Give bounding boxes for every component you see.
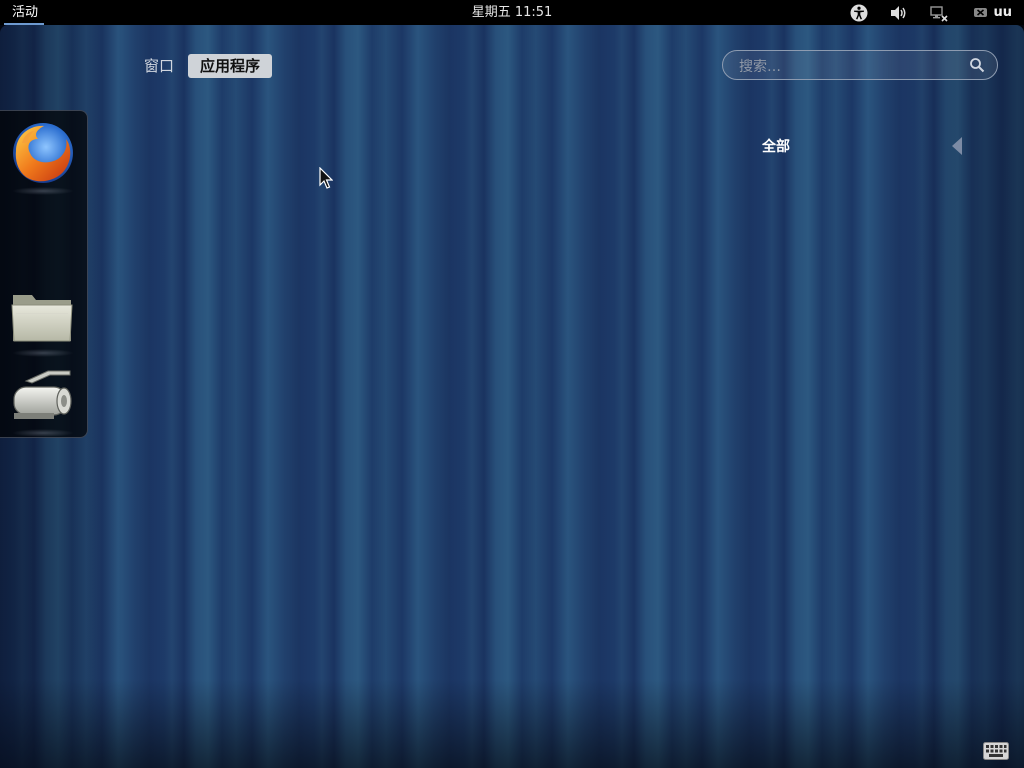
dash-item-firefox[interactable] [8,121,78,195]
dash-item-scanner[interactable] [8,363,78,437]
user-menu[interactable]: uu [993,0,1012,25]
accessibility-icon[interactable] [849,3,869,23]
overview-background [0,25,1024,768]
network-disconnected-icon[interactable] [929,3,949,23]
category-all[interactable]: 全部 [762,136,790,156]
collapse-arrow-icon[interactable] [951,136,963,156]
dash-item-files[interactable] [8,283,78,357]
search-box[interactable] [722,50,998,80]
search-icon[interactable] [969,57,985,73]
search-input[interactable] [737,56,961,78]
dash [0,110,88,438]
desktop-screen: 活动 星期五 11:51 uu 窗口 应用程序 搜索… 全部 [0,0,1024,768]
clock-label[interactable]: 星期五 11:51 [472,5,553,20]
firefox-icon [13,123,73,183]
top-panel: 活动 星期五 11:51 uu [0,0,1024,25]
dash-item-reflection [12,429,74,437]
tab-windows[interactable]: 窗口 [134,54,184,78]
tab-applications[interactable]: 应用程序 [188,54,273,78]
mouse-pointer-icon [319,167,333,189]
files-folder-icon [11,295,73,342]
keyboard-icon[interactable] [983,742,1009,760]
scanner-icon [13,370,72,419]
dash-item-reflection [12,349,74,357]
volume-icon[interactable] [889,3,909,23]
messaging-offline-icon[interactable] [971,3,991,23]
clock[interactable]: 星期五 11:51 [0,0,1024,25]
dash-item-reflection [12,187,74,195]
